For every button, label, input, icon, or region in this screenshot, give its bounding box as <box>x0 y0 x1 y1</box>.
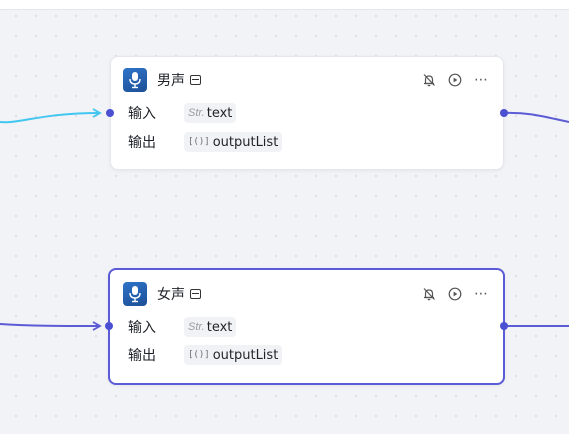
bell-off-icon[interactable] <box>421 72 437 88</box>
microphone-icon <box>123 68 147 92</box>
output-param-name: outputList <box>212 347 279 363</box>
output-param-tag[interactable]: [()] outputList <box>184 345 283 365</box>
node-male-voice[interactable]: 男声 ⋯ 输入 Str. text 输出 [()] outputList <box>110 56 504 170</box>
input-param-tag[interactable]: Str. text <box>184 103 237 123</box>
string-type-icon: Str. <box>188 321 205 333</box>
input-label: 输入 <box>128 106 156 122</box>
play-circle-icon[interactable] <box>447 72 463 88</box>
output-row: 输出 [()] outputList <box>128 345 283 365</box>
edge-out-of-male-voice[interactable] <box>503 111 569 123</box>
input-param-name: text <box>206 105 233 121</box>
output-row: 输出 [()] outputList <box>128 132 283 152</box>
panel-icon[interactable] <box>190 75 201 85</box>
node-actions: ⋯ <box>421 72 489 88</box>
string-type-icon: Str. <box>188 107 205 119</box>
output-param-name: outputList <box>212 134 279 150</box>
input-row: 输入 Str. text <box>128 317 237 337</box>
node-actions: ⋯ <box>421 286 489 302</box>
edge-into-female-voice[interactable] <box>0 321 102 331</box>
input-param-name: text <box>206 319 233 335</box>
node-title: 女声 <box>157 287 185 303</box>
edge-into-male-voice[interactable] <box>0 108 102 124</box>
node-title: 男声 <box>157 73 185 89</box>
node-header[interactable]: 女声 ⋯ <box>123 281 489 307</box>
node-header[interactable]: 男声 ⋯ <box>123 67 489 93</box>
output-param-tag[interactable]: [()] outputList <box>184 132 283 152</box>
output-label: 输出 <box>128 135 156 151</box>
input-label: 输入 <box>128 320 156 336</box>
input-port[interactable] <box>105 322 113 330</box>
input-param-tag[interactable]: Str. text <box>184 317 237 337</box>
more-horizontal-icon[interactable]: ⋯ <box>473 72 489 88</box>
more-horizontal-icon[interactable]: ⋯ <box>473 286 489 302</box>
input-row: 输入 Str. text <box>128 103 237 123</box>
node-female-voice[interactable]: 女声 ⋯ 输入 Str. text 输出 [()] outputList <box>108 268 505 385</box>
output-label: 输出 <box>128 348 156 364</box>
play-circle-icon[interactable] <box>447 286 463 302</box>
panel-icon[interactable] <box>190 289 201 299</box>
list-type-icon: [()] <box>188 137 210 147</box>
output-port[interactable] <box>500 109 508 117</box>
microphone-icon <box>123 282 147 306</box>
bell-off-icon[interactable] <box>421 286 437 302</box>
input-port[interactable] <box>106 109 114 117</box>
list-type-icon: [()] <box>188 350 210 360</box>
output-port[interactable] <box>500 322 508 330</box>
